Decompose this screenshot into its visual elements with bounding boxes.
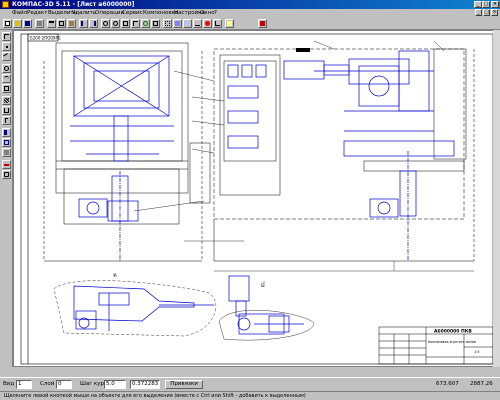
pan-icon[interactable] bbox=[131, 19, 140, 28]
properties-icon[interactable] bbox=[183, 19, 192, 28]
zoom-in-icon[interactable] bbox=[101, 19, 110, 28]
doc-minimize-button[interactable]: _ bbox=[475, 9, 482, 16]
arc-icon[interactable] bbox=[2, 74, 11, 83]
view-field[interactable]: 1 bbox=[16, 380, 32, 389]
snaps-button[interactable]: Привязки bbox=[165, 380, 203, 389]
title-block-name: Компоновка агрегата линии bbox=[428, 340, 476, 344]
color-icon[interactable] bbox=[258, 19, 267, 28]
delete-icon[interactable] bbox=[2, 160, 11, 169]
insert-icon[interactable] bbox=[2, 148, 11, 157]
text-icon[interactable] bbox=[2, 116, 11, 125]
move-icon[interactable] bbox=[2, 170, 11, 179]
hatch-icon[interactable] bbox=[2, 96, 11, 105]
svg-text:Б: Б bbox=[261, 283, 264, 288]
grid-icon[interactable] bbox=[163, 19, 172, 28]
menu-bar: Файл Редакт Выделить Удалить Операции Се… bbox=[0, 9, 500, 17]
redo-icon[interactable] bbox=[89, 19, 98, 28]
save-icon[interactable] bbox=[23, 19, 32, 28]
menu-operations[interactable]: Операции bbox=[95, 9, 124, 17]
cut-icon[interactable] bbox=[47, 19, 56, 28]
circle-icon[interactable] bbox=[2, 64, 11, 73]
macro-icon[interactable] bbox=[2, 138, 11, 147]
measure-icon[interactable] bbox=[193, 19, 202, 28]
ortho-icon[interactable] bbox=[213, 19, 222, 28]
angle-field[interactable]: 0.372283 bbox=[130, 380, 160, 389]
doc-maximize-button[interactable]: □ bbox=[483, 9, 490, 16]
svg-text:1:5: 1:5 bbox=[474, 350, 480, 354]
drawing-canvas[interactable]: Б200 2ПО09РБ А Б А6000000 ПКВ Компоновка… bbox=[13, 30, 496, 367]
layer-field[interactable]: 0 bbox=[56, 380, 72, 389]
zoom-out-icon[interactable] bbox=[111, 19, 120, 28]
menu-delete[interactable]: Удалить bbox=[72, 9, 96, 17]
menu-service[interactable]: Сервис bbox=[122, 9, 143, 17]
new-icon[interactable] bbox=[3, 19, 12, 28]
drawing-sheet: Б200 2ПО09РБ А Б А6000000 ПКВ Компоновка… bbox=[20, 33, 494, 365]
vertical-scrollbar[interactable] bbox=[493, 30, 500, 367]
left-toolbar bbox=[0, 30, 13, 367]
copy-icon[interactable] bbox=[57, 19, 66, 28]
menu-layout[interactable]: Компоновка bbox=[143, 9, 178, 17]
close-button[interactable]: × bbox=[491, 1, 499, 8]
edit-icon[interactable] bbox=[2, 128, 11, 137]
window-title: КОМПАС-3D 5.11 - [Лист a6000000] bbox=[12, 1, 135, 8]
view-label: Вид bbox=[3, 381, 15, 387]
svg-text:А: А bbox=[114, 273, 117, 278]
status-bar: Вид 1 Слой 0 Шаг курсора 5.0 0.372283 Пр… bbox=[0, 377, 500, 391]
snap-icon[interactable] bbox=[203, 19, 212, 28]
layers-icon[interactable] bbox=[173, 19, 182, 28]
sheet-label: Б200 2ПО09РБ bbox=[30, 36, 61, 41]
coord-y: 2887.26 bbox=[470, 381, 493, 387]
maximize-button[interactable]: □ bbox=[482, 1, 490, 8]
title-block-code: А6000000 ПКВ bbox=[434, 329, 472, 335]
print-icon[interactable] bbox=[35, 19, 44, 28]
title-bar: КОМПАС-3D 5.11 - [Лист a6000000] _ □ × bbox=[0, 0, 500, 9]
cursor-step-field[interactable]: 5.0 bbox=[104, 380, 126, 389]
menu-window[interactable]: Окно bbox=[200, 9, 215, 17]
menu-file[interactable]: Файл bbox=[12, 9, 27, 17]
line-icon[interactable] bbox=[2, 52, 11, 61]
dimension-icon[interactable] bbox=[2, 106, 11, 115]
menu-edit[interactable]: Редакт bbox=[27, 9, 47, 17]
hint-bar: Щелкните левой кнопкой мыши на объекте д… bbox=[0, 391, 500, 400]
open-icon[interactable] bbox=[13, 19, 22, 28]
undo-icon[interactable] bbox=[79, 19, 88, 28]
main-toolbar bbox=[0, 17, 500, 30]
select-icon[interactable] bbox=[2, 32, 11, 41]
refresh-icon[interactable] bbox=[141, 19, 150, 28]
paste-icon[interactable] bbox=[67, 19, 76, 28]
point-icon[interactable] bbox=[2, 42, 11, 51]
fit-icon[interactable] bbox=[151, 19, 160, 28]
help-icon[interactable] bbox=[225, 19, 234, 28]
app-icon[interactable] bbox=[2, 1, 9, 8]
coord-x: 673.607 bbox=[436, 381, 459, 387]
menu-help[interactable]: ? bbox=[214, 9, 217, 17]
zoom-window-icon[interactable] bbox=[121, 19, 130, 28]
doc-close-button[interactable]: × bbox=[491, 9, 498, 16]
minimize-button[interactable]: _ bbox=[474, 1, 482, 8]
rectangle-icon[interactable] bbox=[2, 84, 11, 93]
layer-label: Слой bbox=[40, 381, 55, 387]
